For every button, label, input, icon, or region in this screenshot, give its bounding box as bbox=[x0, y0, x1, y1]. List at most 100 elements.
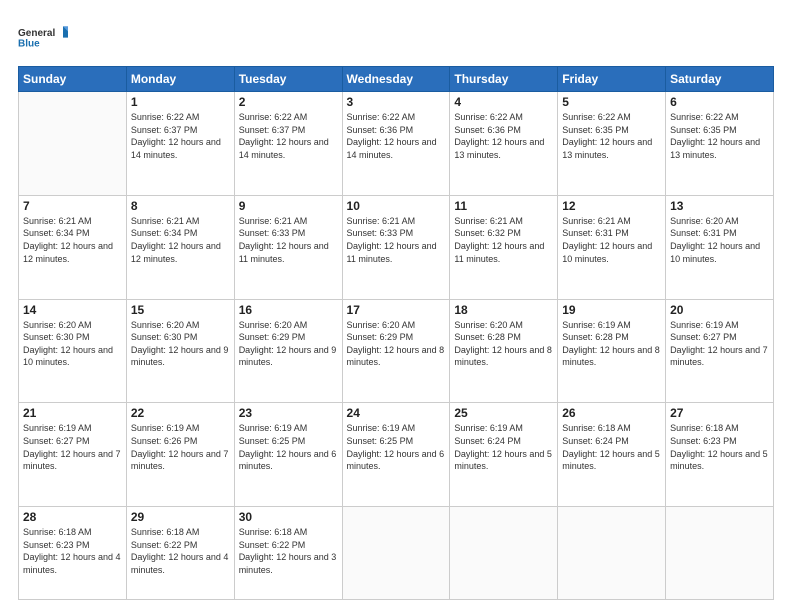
day-number: 30 bbox=[239, 510, 338, 524]
calendar-cell: 11 Sunrise: 6:21 AM Sunset: 6:32 PM Dayli… bbox=[450, 195, 558, 299]
calendar-cell: 17 Sunrise: 6:20 AM Sunset: 6:29 PM Dayli… bbox=[342, 299, 450, 403]
col-header-wednesday: Wednesday bbox=[342, 67, 450, 92]
day-info: Sunrise: 6:19 AM Sunset: 6:28 PM Dayligh… bbox=[562, 319, 661, 369]
day-number: 23 bbox=[239, 406, 338, 420]
day-number: 22 bbox=[131, 406, 230, 420]
calendar-cell: 14Sunrise: 6:20 AM Sunset: 6:30 PM Dayli… bbox=[19, 299, 127, 403]
day-number: 25 bbox=[454, 406, 553, 420]
col-header-thursday: Thursday bbox=[450, 67, 558, 92]
calendar-header-row: SundayMondayTuesdayWednesdayThursdayFrid… bbox=[19, 67, 774, 92]
calendar-table: SundayMondayTuesdayWednesdayThursdayFrid… bbox=[18, 66, 774, 600]
day-number: 5 bbox=[562, 95, 661, 109]
calendar-cell bbox=[558, 507, 666, 600]
calendar-cell: 20 Sunrise: 6:19 AM Sunset: 6:27 PM Dayli… bbox=[666, 299, 774, 403]
day-info: Sunrise: 6:21 AM Sunset: 6:31 PM Dayligh… bbox=[562, 215, 661, 265]
day-info: Sunrise: 6:21 AM Sunset: 6:33 PM Dayligh… bbox=[239, 215, 338, 265]
day-info: Sunrise: 6:19 AM Sunset: 6:27 PM Dayligh… bbox=[23, 422, 122, 472]
day-number: 29 bbox=[131, 510, 230, 524]
day-number: 2 bbox=[239, 95, 338, 109]
day-number: 16 bbox=[239, 303, 338, 317]
day-info: Sunrise: 6:22 AM Sunset: 6:37 PM Dayligh… bbox=[239, 111, 338, 161]
calendar-cell: 3Sunrise: 6:22 AM Sunset: 6:36 PM Daylig… bbox=[342, 92, 450, 196]
calendar-cell: 6 Sunrise: 6:22 AM Sunset: 6:35 PM Daylig… bbox=[666, 92, 774, 196]
day-info: Sunrise: 6:21 AM Sunset: 6:34 PM Dayligh… bbox=[23, 215, 122, 265]
col-header-sunday: Sunday bbox=[19, 67, 127, 92]
calendar-cell: 29 Sunrise: 6:18 AM Sunset: 6:22 PM Dayli… bbox=[126, 507, 234, 600]
day-number: 8 bbox=[131, 199, 230, 213]
calendar-cell: 9 Sunrise: 6:21 AM Sunset: 6:33 PM Daylig… bbox=[234, 195, 342, 299]
day-info: Sunrise: 6:18 AM Sunset: 6:23 PM Dayligh… bbox=[670, 422, 769, 472]
day-info: Sunrise: 6:22 AM Sunset: 6:35 PM Dayligh… bbox=[670, 111, 769, 161]
day-number: 14 bbox=[23, 303, 122, 317]
calendar-week-1: 1Sunrise: 6:22 AM Sunset: 6:37 PM Daylig… bbox=[19, 92, 774, 196]
calendar-cell: 23 Sunrise: 6:19 AM Sunset: 6:25 PM Dayli… bbox=[234, 403, 342, 507]
calendar-cell: 27 Sunrise: 6:18 AM Sunset: 6:23 PM Dayli… bbox=[666, 403, 774, 507]
calendar-cell: 1Sunrise: 6:22 AM Sunset: 6:37 PM Daylig… bbox=[126, 92, 234, 196]
day-number: 27 bbox=[670, 406, 769, 420]
day-number: 13 bbox=[670, 199, 769, 213]
day-number: 21 bbox=[23, 406, 122, 420]
day-info: Sunrise: 6:20 AM Sunset: 6:31 PM Dayligh… bbox=[670, 215, 769, 265]
logo-svg: General Blue bbox=[18, 18, 68, 56]
day-number: 10 bbox=[347, 199, 446, 213]
calendar-cell: 22 Sunrise: 6:19 AM Sunset: 6:26 PM Dayli… bbox=[126, 403, 234, 507]
calendar-cell bbox=[450, 507, 558, 600]
calendar-cell bbox=[19, 92, 127, 196]
day-number: 19 bbox=[562, 303, 661, 317]
col-header-saturday: Saturday bbox=[666, 67, 774, 92]
svg-text:General: General bbox=[18, 28, 55, 39]
day-info: Sunrise: 6:21 AM Sunset: 6:32 PM Dayligh… bbox=[454, 215, 553, 265]
day-number: 6 bbox=[670, 95, 769, 109]
calendar-cell: 5Sunrise: 6:22 AM Sunset: 6:35 PM Daylig… bbox=[558, 92, 666, 196]
day-info: Sunrise: 6:19 AM Sunset: 6:25 PM Dayligh… bbox=[347, 422, 446, 472]
calendar-cell: 25 Sunrise: 6:19 AM Sunset: 6:24 PM Dayli… bbox=[450, 403, 558, 507]
day-number: 17 bbox=[347, 303, 446, 317]
calendar-cell: 7 Sunrise: 6:21 AM Sunset: 6:34 PM Daylig… bbox=[19, 195, 127, 299]
day-number: 4 bbox=[454, 95, 553, 109]
header: General Blue bbox=[18, 18, 774, 56]
calendar-cell: 4Sunrise: 6:22 AM Sunset: 6:36 PM Daylig… bbox=[450, 92, 558, 196]
col-header-friday: Friday bbox=[558, 67, 666, 92]
day-info: Sunrise: 6:20 AM Sunset: 6:29 PM Dayligh… bbox=[347, 319, 446, 369]
day-info: Sunrise: 6:19 AM Sunset: 6:27 PM Dayligh… bbox=[670, 319, 769, 369]
day-number: 26 bbox=[562, 406, 661, 420]
calendar-cell bbox=[666, 507, 774, 600]
calendar-cell: 12 Sunrise: 6:21 AM Sunset: 6:31 PM Dayli… bbox=[558, 195, 666, 299]
logo: General Blue bbox=[18, 18, 68, 56]
calendar-cell: 16Sunrise: 6:20 AM Sunset: 6:29 PM Dayli… bbox=[234, 299, 342, 403]
calendar-cell: 15Sunrise: 6:20 AM Sunset: 6:30 PM Dayli… bbox=[126, 299, 234, 403]
day-number: 28 bbox=[23, 510, 122, 524]
day-number: 12 bbox=[562, 199, 661, 213]
col-header-tuesday: Tuesday bbox=[234, 67, 342, 92]
calendar-week-3: 14 Sunrise: 6:20 AM Sunset: 6:30 PM Dayli… bbox=[19, 299, 774, 403]
calendar-cell: 26Sunrise: 6:18 AM Sunset: 6:24 PM Dayli… bbox=[558, 403, 666, 507]
day-info: Sunrise: 6:18 AM Sunset: 6:22 PM Dayligh… bbox=[239, 526, 338, 576]
day-info: Sunrise: 6:21 AM Sunset: 6:33 PM Dayligh… bbox=[347, 215, 446, 265]
day-info: Sunrise: 6:19 AM Sunset: 6:26 PM Dayligh… bbox=[131, 422, 230, 472]
calendar-cell: 24Sunrise: 6:19 AM Sunset: 6:25 PM Dayli… bbox=[342, 403, 450, 507]
calendar-cell: 21 Sunrise: 6:19 AM Sunset: 6:27 PM Dayli… bbox=[19, 403, 127, 507]
col-header-monday: Monday bbox=[126, 67, 234, 92]
day-number: 20 bbox=[670, 303, 769, 317]
calendar-cell: 18Sunrise: 6:20 AM Sunset: 6:28 PM Dayli… bbox=[450, 299, 558, 403]
day-info: Sunrise: 6:20 AM Sunset: 6:30 PM Dayligh… bbox=[131, 319, 230, 369]
calendar-cell: 8 Sunrise: 6:21 AM Sunset: 6:34 PM Daylig… bbox=[126, 195, 234, 299]
calendar-cell: 2 Sunrise: 6:22 AM Sunset: 6:37 PM Daylig… bbox=[234, 92, 342, 196]
calendar-cell: 10 Sunrise: 6:21 AM Sunset: 6:33 PM Dayli… bbox=[342, 195, 450, 299]
day-info: Sunrise: 6:20 AM Sunset: 6:28 PM Dayligh… bbox=[454, 319, 553, 369]
day-info: Sunrise: 6:18 AM Sunset: 6:22 PM Dayligh… bbox=[131, 526, 230, 576]
day-info: Sunrise: 6:21 AM Sunset: 6:34 PM Dayligh… bbox=[131, 215, 230, 265]
day-info: Sunrise: 6:19 AM Sunset: 6:25 PM Dayligh… bbox=[239, 422, 338, 472]
calendar-week-2: 7 Sunrise: 6:21 AM Sunset: 6:34 PM Daylig… bbox=[19, 195, 774, 299]
calendar-cell bbox=[342, 507, 450, 600]
day-number: 11 bbox=[454, 199, 553, 213]
day-number: 9 bbox=[239, 199, 338, 213]
calendar-cell: 19 Sunrise: 6:19 AM Sunset: 6:28 PM Dayli… bbox=[558, 299, 666, 403]
day-number: 3 bbox=[347, 95, 446, 109]
calendar-cell: 28Sunrise: 6:18 AM Sunset: 6:23 PM Dayli… bbox=[19, 507, 127, 600]
calendar-week-4: 21 Sunrise: 6:19 AM Sunset: 6:27 PM Dayli… bbox=[19, 403, 774, 507]
day-info: Sunrise: 6:19 AM Sunset: 6:24 PM Dayligh… bbox=[454, 422, 553, 472]
page: General Blue SundayMondayTuesdayWednesda… bbox=[0, 0, 792, 612]
day-number: 7 bbox=[23, 199, 122, 213]
svg-text:Blue: Blue bbox=[18, 38, 40, 49]
